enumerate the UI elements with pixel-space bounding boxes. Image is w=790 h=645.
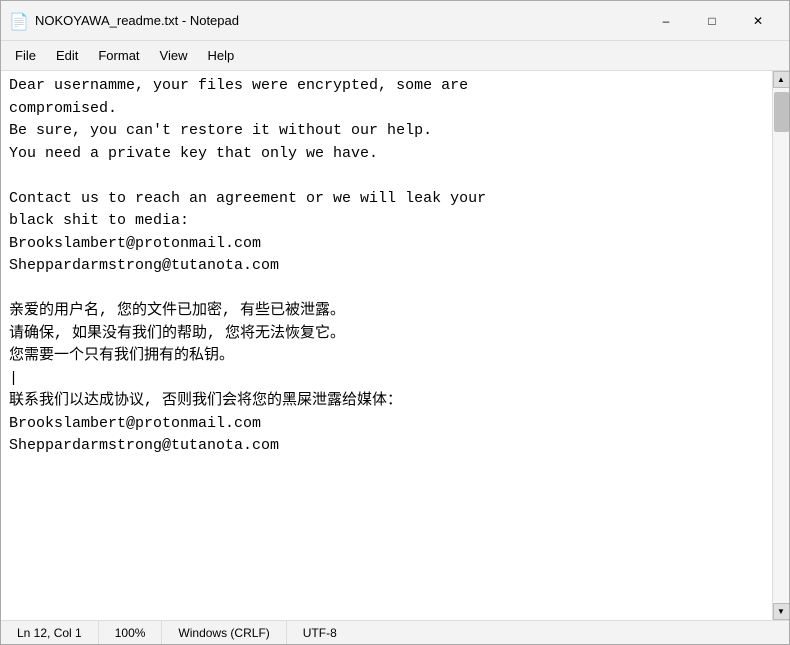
minimize-button[interactable]: – xyxy=(643,5,689,37)
app-icon: 📄 xyxy=(9,12,27,30)
window-title: NOKOYAWA_readme.txt - Notepad xyxy=(35,13,643,28)
encoding: UTF-8 xyxy=(287,621,353,644)
maximize-button[interactable]: □ xyxy=(689,5,735,37)
text-editor[interactable] xyxy=(1,71,772,620)
menu-format[interactable]: Format xyxy=(88,44,149,67)
menu-edit[interactable]: Edit xyxy=(46,44,88,67)
scroll-down-button[interactable]: ▼ xyxy=(773,603,790,620)
scrollbar[interactable]: ▲ ▼ xyxy=(772,71,789,620)
menu-help[interactable]: Help xyxy=(197,44,244,67)
notepad-window: 📄 NOKOYAWA_readme.txt - Notepad – □ ✕ Fi… xyxy=(0,0,790,645)
status-bar: Ln 12, Col 1 100% Windows (CRLF) UTF-8 xyxy=(1,620,789,644)
scroll-thumb[interactable] xyxy=(774,92,789,132)
line-ending: Windows (CRLF) xyxy=(162,621,286,644)
scroll-track[interactable] xyxy=(773,88,790,603)
scroll-up-button[interactable]: ▲ xyxy=(773,71,790,88)
close-button[interactable]: ✕ xyxy=(735,5,781,37)
cursor-position: Ln 12, Col 1 xyxy=(1,621,99,644)
menu-bar: File Edit Format View Help xyxy=(1,41,789,71)
content-area: ▲ ▼ xyxy=(1,71,789,620)
title-bar: 📄 NOKOYAWA_readme.txt - Notepad – □ ✕ xyxy=(1,1,789,41)
window-controls: – □ ✕ xyxy=(643,5,781,37)
menu-file[interactable]: File xyxy=(5,44,46,67)
menu-view[interactable]: View xyxy=(150,44,198,67)
zoom-level: 100% xyxy=(99,621,163,644)
